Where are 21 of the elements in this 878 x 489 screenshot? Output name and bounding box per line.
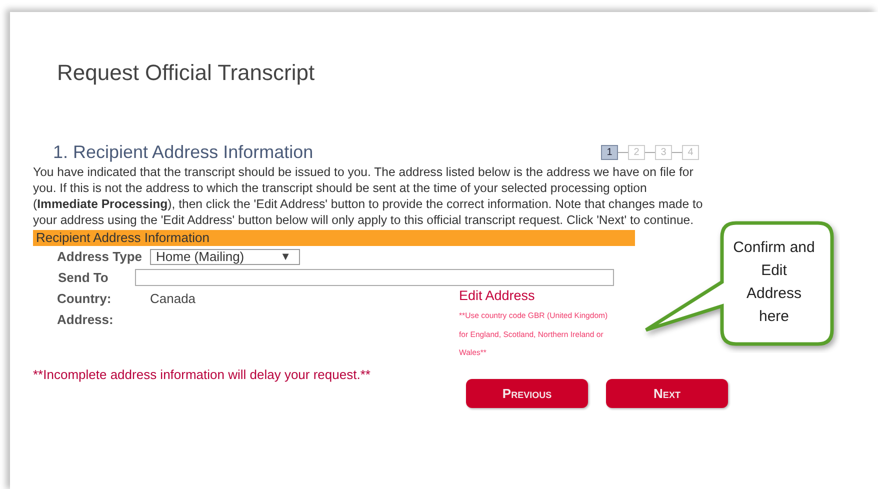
page-title: Request Official Transcript bbox=[56, 59, 316, 86]
field-label: Address: bbox=[56, 312, 114, 326]
step-indicator: 3 bbox=[655, 145, 672, 160]
next-button[interactable]: Next bbox=[606, 378, 728, 408]
callout-text: Confirm and Edit Address here bbox=[732, 238, 816, 327]
field-value: Canada bbox=[150, 291, 196, 306]
field-label: Country: bbox=[56, 291, 112, 306]
section-bar: Recipient Address Information bbox=[33, 230, 635, 246]
warning-text: **Incomplete address information will delay your request.** bbox=[33, 366, 372, 382]
previous-button[interactable]: Previous bbox=[466, 378, 588, 408]
address-type-dropdown[interactable]: Home (Mailing) ▼ bbox=[150, 248, 300, 264]
caret-icon: ▼ bbox=[280, 250, 291, 262]
step-indicator: 4 bbox=[682, 145, 699, 160]
section-heading: 1. Recipient Address Information bbox=[53, 142, 314, 163]
field-label: Address Type bbox=[56, 249, 144, 264]
instructions-paragraph: You have indicated that the transcript should be issued to you. The address listed below is the address we have on file for you. If this is not the address to which the transcript should be sent at the time of your selected processing option (Immediate Processing), then click the 'Edit Address' button to provide the correct information. Note that changes made to your address using the 'Edit Address' button below will only apply to this official transcript request. Click 'Next' to continue. bbox=[33, 164, 704, 228]
field-label: Send To bbox=[57, 270, 110, 285]
send-to-field[interactable] bbox=[135, 269, 614, 286]
step-indicator: 2 bbox=[628, 145, 645, 160]
step-indicator: 1 bbox=[601, 145, 618, 160]
edit-address-link[interactable]: Edit Address bbox=[459, 288, 535, 303]
